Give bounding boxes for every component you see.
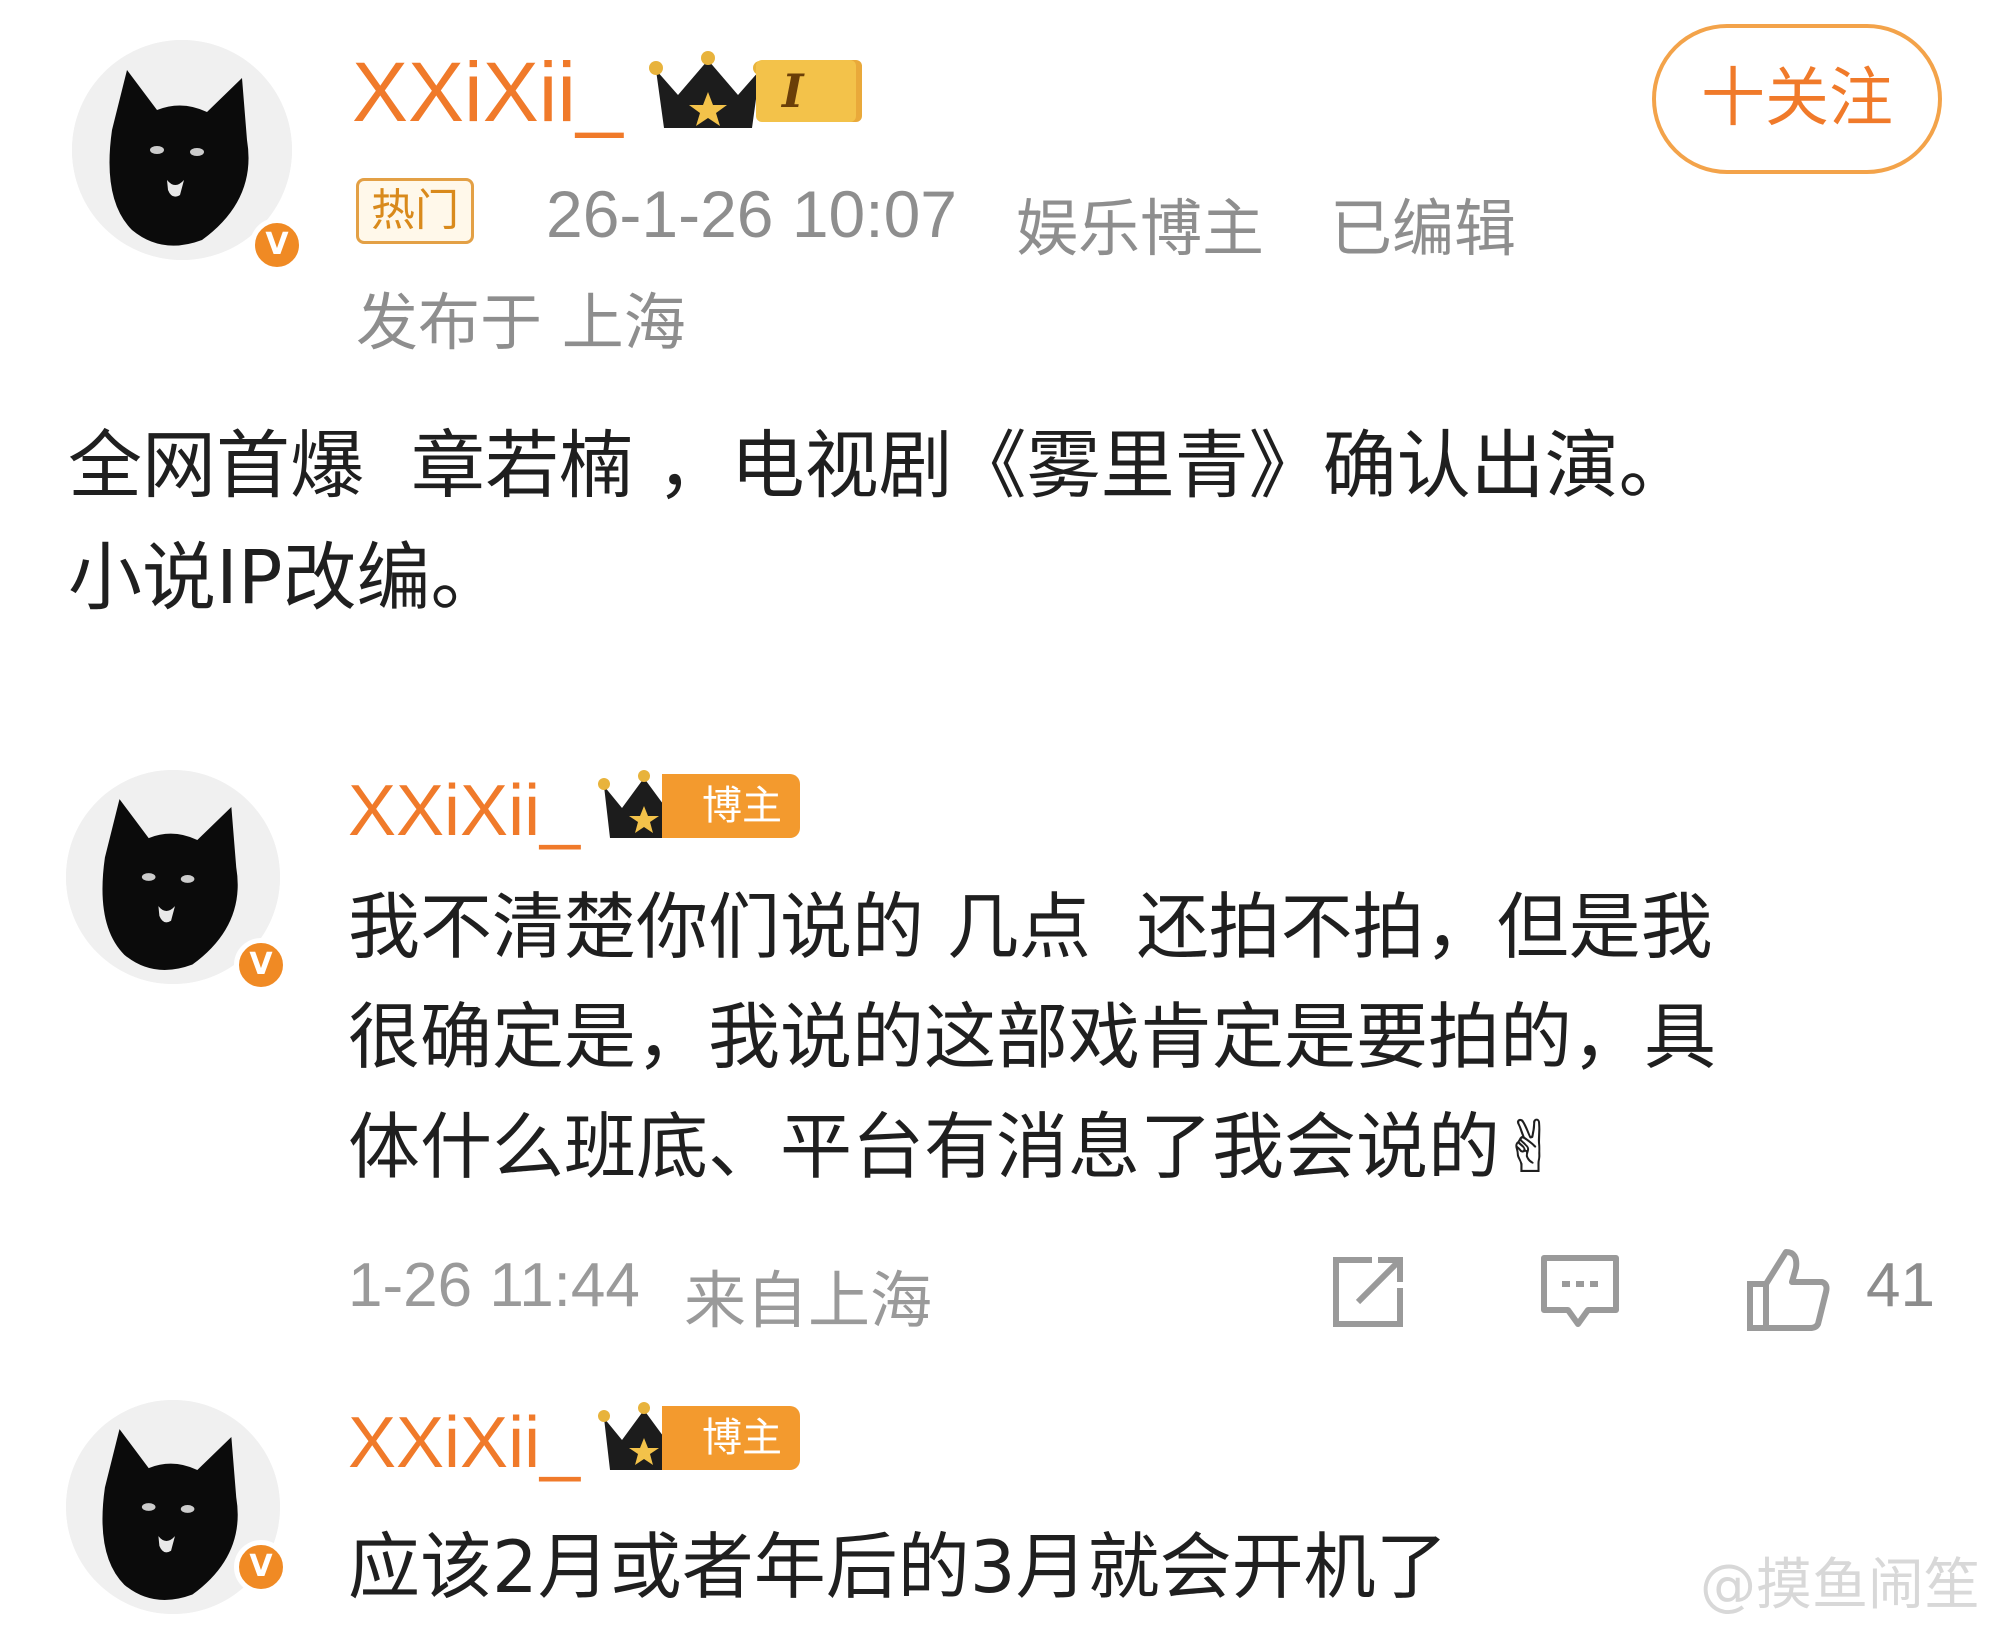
- reply-author-name[interactable]: XXiXii_: [348, 1402, 580, 1484]
- blogger-tag: 博主: [662, 774, 800, 838]
- post-location: 发布于 上海: [356, 286, 686, 359]
- level-badge-text: I: [782, 64, 804, 118]
- reply-author-name[interactable]: XXiXii_: [348, 770, 580, 852]
- reply-text-line-1: 我不清楚你们说的 几点 还拍不拍，但是我: [348, 885, 1713, 969]
- post-text-line-1: 全网首爆 章若楠 ，电视剧《雾里青》确认出演。: [68, 423, 1693, 509]
- post-category: 娱乐博主: [1016, 192, 1265, 265]
- reply-text-line-1: 应该2月或者年后的3月就会开机了: [348, 1525, 1448, 1609]
- comment-icon[interactable]: [1538, 1252, 1622, 1332]
- hot-tag: 热门: [356, 178, 474, 244]
- level-badge: I: [756, 60, 856, 122]
- like-icon[interactable]: [1744, 1244, 1832, 1334]
- post-author-avatar[interactable]: V: [72, 40, 304, 272]
- post-author-name[interactable]: XXiXii_: [352, 44, 623, 141]
- reply-author-avatar[interactable]: V: [66, 770, 288, 992]
- reply-time: 1-26 11:44: [348, 1251, 640, 1320]
- verified-icon: V: [234, 938, 288, 992]
- verified-icon: V: [250, 218, 304, 272]
- reply-location: 来自上海: [684, 1264, 933, 1337]
- crown-icon: [649, 51, 767, 128]
- watermark: @摸鱼闹笙: [1700, 1553, 1980, 1618]
- blogger-tag: 博主: [662, 1406, 800, 1470]
- post-text-line-2: 小说IP改编。: [68, 535, 505, 621]
- reply-text-line-2: 很确定是，我说的这部戏肯定是要拍的，具: [348, 995, 1717, 1079]
- like-count: 41: [1866, 1251, 1935, 1320]
- post-timestamp: 26-1-26 10:07: [546, 177, 957, 251]
- reply-author-avatar[interactable]: V: [66, 1400, 288, 1614]
- share-icon[interactable]: [1328, 1252, 1408, 1332]
- verified-icon: V: [234, 1540, 288, 1594]
- post-edited: 已编辑: [1330, 192, 1517, 265]
- follow-button[interactable]: 十关注: [1652, 24, 1942, 174]
- reply-text-line-3: 体什么班底、平台有消息了我会说的✌: [348, 1105, 1561, 1189]
